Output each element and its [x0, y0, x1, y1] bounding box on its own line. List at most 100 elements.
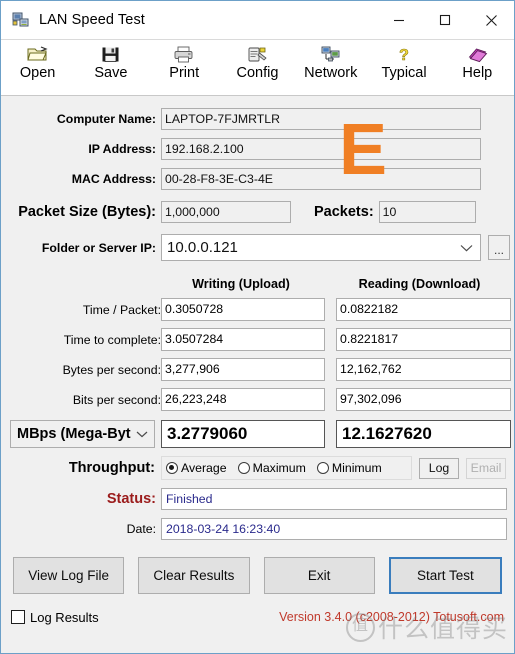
- mac-address-label: MAC Address:: [71, 172, 156, 186]
- packets-input[interactable]: 10: [378, 201, 476, 223]
- status-row: Status: Finished: [1, 488, 514, 510]
- radio-minimum[interactable]: Minimum: [316, 461, 382, 475]
- date-value: 2018-03-24 16:23:40: [161, 518, 507, 540]
- result-label: Time / Packet:: [82, 302, 161, 317]
- ip-address-row: IP Address: 192.168.2.100: [1, 138, 514, 160]
- log-results-checkbox[interactable]: [11, 610, 25, 624]
- unit-combobox[interactable]: MBps (Mega-Byt: [10, 420, 155, 448]
- results-header-row: Writing (Upload) Reading (Download): [1, 277, 514, 291]
- footer: Log Results Version 3.4.0 (c2008-2012) T…: [1, 604, 514, 630]
- toolbar-button-help[interactable]: Help: [441, 43, 514, 95]
- chevron-down-icon: [136, 426, 148, 442]
- throughput-label: Throughput:: [68, 460, 155, 476]
- floppy-disk-icon: [101, 43, 120, 65]
- folder-combobox[interactable]: 10.0.0.121: [161, 234, 481, 261]
- status-label: Status:: [106, 491, 156, 507]
- config-gear-icon: [247, 43, 268, 65]
- throughput-row: Throughput: Average Maximum Minimum Log …: [1, 456, 514, 480]
- toolbar-label-config: Config: [236, 65, 279, 81]
- result-read-value: 12,162,762: [336, 358, 511, 381]
- result-label: Time to complete:: [63, 332, 161, 347]
- results-header-read: Reading (Download): [358, 277, 481, 291]
- radio-maximum-icon: [237, 462, 250, 474]
- chevron-down-icon: [460, 239, 473, 256]
- clear-results-button[interactable]: Clear Results: [138, 557, 250, 594]
- toolbar-button-typical[interactable]: ? Typical: [367, 43, 440, 95]
- packet-size-row: Packet Size (Bytes): 1,000,000 Packets: …: [1, 201, 514, 223]
- result-row-bytes-per-second: Bytes per second: 3,277,906 12,162,762: [1, 358, 514, 381]
- window-controls: [376, 1, 514, 39]
- result-write-value: 3.0507284: [161, 328, 325, 351]
- result-label: Bits per second:: [72, 392, 161, 407]
- question-mark-icon: ?: [396, 43, 412, 65]
- result-write-value: 3,277,906: [161, 358, 325, 381]
- toolbar-label-help: Help: [462, 65, 493, 81]
- radio-maximum[interactable]: Maximum: [237, 461, 306, 475]
- app-network-icon: [12, 11, 30, 29]
- toolbar-button-save[interactable]: Save: [74, 43, 147, 95]
- radio-average-label: Average: [181, 461, 227, 475]
- svg-text:?: ?: [399, 47, 409, 64]
- start-test-button[interactable]: Start Test: [388, 557, 502, 594]
- main-content: Computer Name: LAPTOP-7FJMRTLR IP Addres…: [1, 108, 514, 630]
- folder-label: Folder or Server IP:: [41, 240, 156, 255]
- ip-address-input[interactable]: 192.168.2.100: [161, 138, 481, 160]
- computer-name-label: Computer Name:: [56, 112, 156, 126]
- help-book-icon: [467, 43, 488, 65]
- window-title: LAN Speed Test: [39, 12, 145, 28]
- open-folder-icon: [26, 43, 49, 65]
- log-button[interactable]: Log: [419, 457, 459, 479]
- mac-address-input[interactable]: 00-28-F8-3E-C3-4E: [161, 168, 481, 190]
- date-label: Date:: [126, 522, 156, 536]
- toolbar-button-print[interactable]: Print: [148, 43, 221, 95]
- view-log-file-button[interactable]: View Log File: [13, 557, 125, 594]
- toolbar-button-open[interactable]: Open: [1, 43, 74, 95]
- packet-size-label: Packet Size (Bytes):: [18, 204, 156, 220]
- email-button: Email: [466, 457, 506, 479]
- result-read-value: 97,302,096: [336, 388, 511, 411]
- title-bar: LAN Speed Test: [1, 1, 514, 40]
- network-icon: [320, 43, 342, 65]
- action-button-row: View Log File Clear Results Exit Start T…: [1, 557, 514, 594]
- radio-average-icon: [166, 462, 178, 474]
- radio-minimum-icon: [316, 462, 329, 474]
- radio-minimum-label: Minimum: [331, 461, 382, 475]
- radio-maximum-label: Maximum: [252, 461, 306, 475]
- mac-address-row: MAC Address: 00-28-F8-3E-C3-4E: [1, 168, 514, 190]
- computer-name-row: Computer Name: LAPTOP-7FJMRTLR: [1, 108, 514, 130]
- toolbar-button-config[interactable]: Config: [221, 43, 294, 95]
- result-label: Bytes per second:: [62, 362, 161, 377]
- packet-size-input[interactable]: 1,000,000: [161, 201, 291, 223]
- total-write-value: 3.2779060: [161, 420, 325, 448]
- result-row-time-per-packet: Time / Packet: 0.3050728 0.0822182: [1, 298, 514, 321]
- toolbar-button-network[interactable]: Network: [294, 43, 367, 95]
- result-read-value: 0.0822182: [336, 298, 511, 321]
- throughput-radio-group: Average Maximum Minimum: [161, 456, 412, 480]
- toolbar: Open Save Print Config Network ? Typical…: [1, 40, 514, 96]
- printer-icon: [173, 43, 195, 65]
- exit-button[interactable]: Exit: [263, 557, 375, 594]
- minimize-icon[interactable]: [376, 1, 422, 39]
- totals-row: MBps (Mega-Byt 3.2779060 12.1627620: [10, 420, 514, 448]
- result-write-value: 0.3050728: [161, 298, 325, 321]
- status-value: Finished: [161, 488, 507, 510]
- maximize-icon[interactable]: [422, 1, 468, 39]
- results-header-write: Writing (Upload): [192, 277, 290, 291]
- lan-speed-test-window: LAN Speed Test Open Save Print Config Ne…: [0, 0, 515, 654]
- radio-average[interactable]: Average: [166, 461, 227, 475]
- date-row: Date: 2018-03-24 16:23:40: [1, 518, 514, 540]
- results-header-spacer: [1, 277, 161, 291]
- toolbar-label-open: Open: [19, 65, 56, 81]
- computer-name-input[interactable]: LAPTOP-7FJMRTLR: [161, 108, 481, 130]
- result-write-value: 26,223,248: [161, 388, 325, 411]
- log-results-label: Log Results: [30, 609, 99, 625]
- folder-combobox-value: 10.0.0.121: [167, 239, 238, 256]
- close-icon[interactable]: [468, 1, 514, 39]
- folder-row: Folder or Server IP: 10.0.0.121 ...: [1, 234, 514, 261]
- result-row-bits-per-second: Bits per second: 26,223,248 97,302,096: [1, 388, 514, 411]
- toolbar-label-save: Save: [94, 65, 128, 81]
- result-row-time-to-complete: Time to complete: 3.0507284 0.8221817: [1, 328, 514, 351]
- browse-button[interactable]: ...: [488, 235, 510, 260]
- total-read-value: 12.1627620: [336, 420, 511, 448]
- result-read-value: 0.8221817: [336, 328, 511, 351]
